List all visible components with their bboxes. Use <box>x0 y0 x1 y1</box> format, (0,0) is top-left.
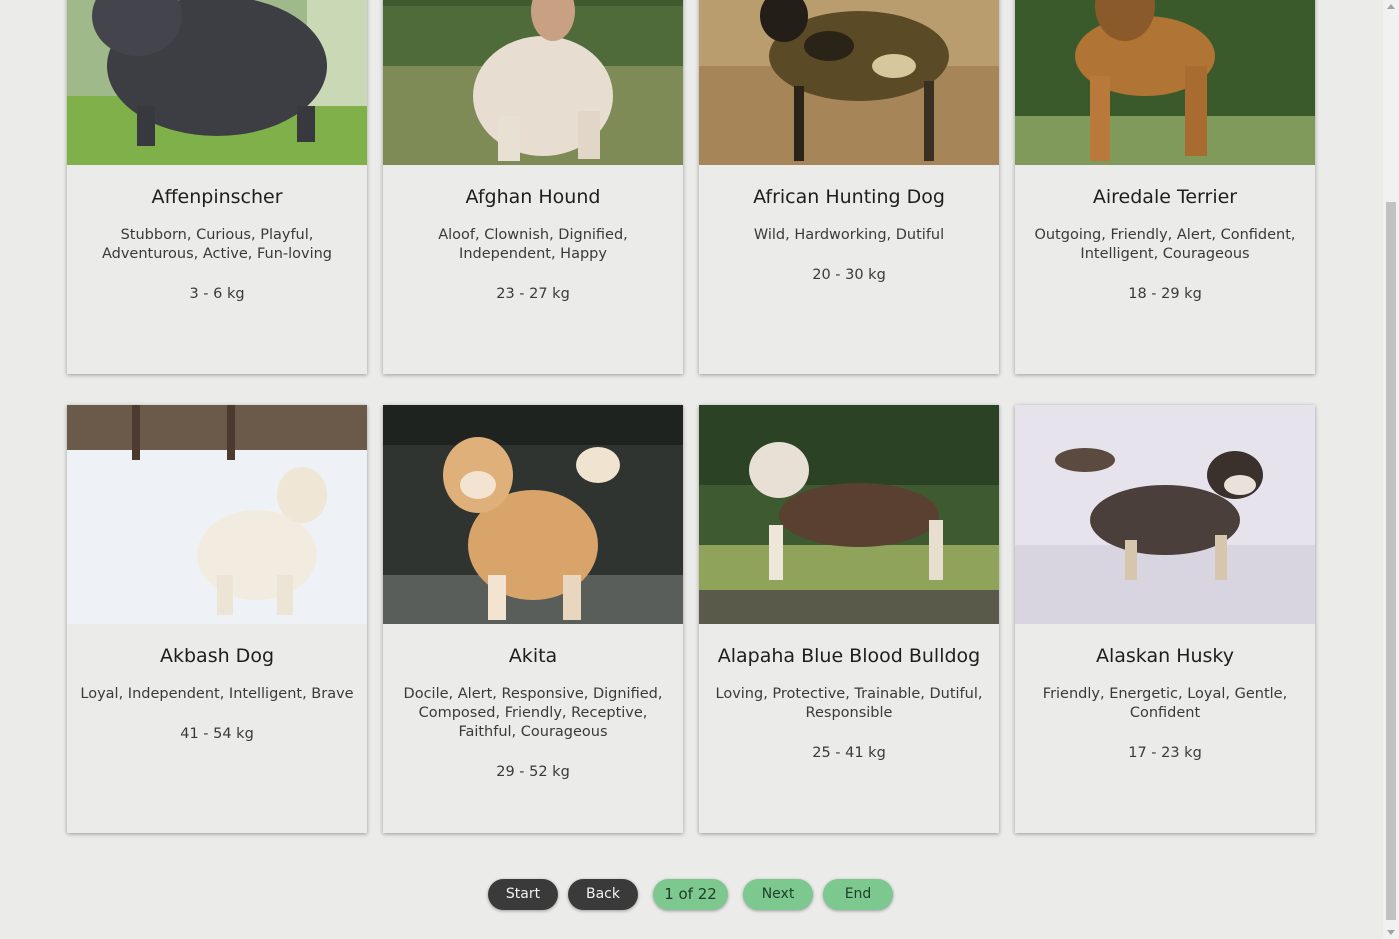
breed-card[interactable]: Afghan Hound Aloof, Clownish, Dignified,… <box>383 0 683 374</box>
breed-card[interactable]: African Hunting Dog Wild, Hardworking, D… <box>699 0 999 374</box>
breed-card[interactable]: Affenpinscher Stubborn, Curious, Playful… <box>67 0 367 374</box>
breed-photo <box>383 0 683 165</box>
breed-photo <box>699 0 999 165</box>
scroll-up-arrow-icon[interactable] <box>1387 4 1395 9</box>
breed-weight: 29 - 52 kg <box>496 764 570 780</box>
breed-card[interactable]: Airedale Terrier Outgoing, Friendly, Ale… <box>1015 0 1315 374</box>
breed-name: Airedale Terrier <box>1092 186 1238 208</box>
end-button[interactable]: End <box>823 879 893 910</box>
breed-name: Alaskan Husky <box>1095 645 1234 667</box>
breed-name: Alapaha Blue Blood Bulldog <box>717 645 981 667</box>
breed-weight: 41 - 54 kg <box>180 726 254 742</box>
breed-temperament: Loyal, Independent, Intelligent, Brave <box>80 686 354 702</box>
scroll-down-arrow-icon[interactable] <box>1387 930 1395 935</box>
breed-temperament: Docile, Alert, Responsive, Dignified, Co… <box>403 686 663 740</box>
next-button[interactable]: Next <box>743 879 813 910</box>
breed-temperament: Outgoing, Friendly, Alert, Confident, In… <box>1034 227 1296 262</box>
breed-card[interactable]: Akita Docile, Alert, Responsive, Dignifi… <box>383 405 683 833</box>
breed-temperament: Loving, Protective, Trainable, Dutiful, … <box>715 686 983 721</box>
breed-photo <box>67 405 367 624</box>
vertical-scrollbar[interactable] <box>1383 0 1399 939</box>
breed-name: Afghan Hound <box>465 186 601 208</box>
breed-weight: 18 - 29 kg <box>1128 286 1202 302</box>
breed-photo <box>1015 405 1315 624</box>
page-indicator: 1 of 22 <box>653 879 728 910</box>
breed-photo <box>1015 0 1315 165</box>
breed-photo <box>67 0 367 165</box>
breed-photo <box>699 405 999 624</box>
breed-weight: 25 - 41 kg <box>812 745 886 761</box>
breed-temperament: Friendly, Energetic, Loyal, Gentle, Conf… <box>1042 686 1288 721</box>
breed-name: Akbash Dog <box>160 645 274 667</box>
breed-card[interactable]: Akbash Dog Loyal, Independent, Intellige… <box>67 405 367 833</box>
breed-name: African Hunting Dog <box>753 186 945 208</box>
scrollbar-thumb[interactable] <box>1386 202 1396 920</box>
breed-temperament: Stubborn, Curious, Playful, Adventurous,… <box>101 227 333 262</box>
breed-name: Akita <box>508 645 558 667</box>
breed-weight: 23 - 27 kg <box>496 286 570 302</box>
breed-weight: 20 - 30 kg <box>812 267 886 283</box>
breed-card[interactable]: Alapaha Blue Blood Bulldog Loving, Prote… <box>699 405 999 833</box>
breed-card[interactable]: Alaskan Husky Friendly, Energetic, Loyal… <box>1015 405 1315 833</box>
breed-weight: 17 - 23 kg <box>1128 745 1202 761</box>
back-button[interactable]: Back <box>568 879 638 910</box>
breed-temperament: Aloof, Clownish, Dignified, Independent,… <box>438 227 628 262</box>
breed-weight: 3 - 6 kg <box>189 286 245 302</box>
pagination: Start Back 1 of 22 Next End <box>0 879 1383 910</box>
breed-photo <box>383 405 683 624</box>
start-button[interactable]: Start <box>488 879 558 910</box>
breed-temperament: Wild, Hardworking, Dutiful <box>753 227 945 243</box>
breed-name: Affenpinscher <box>151 186 283 208</box>
